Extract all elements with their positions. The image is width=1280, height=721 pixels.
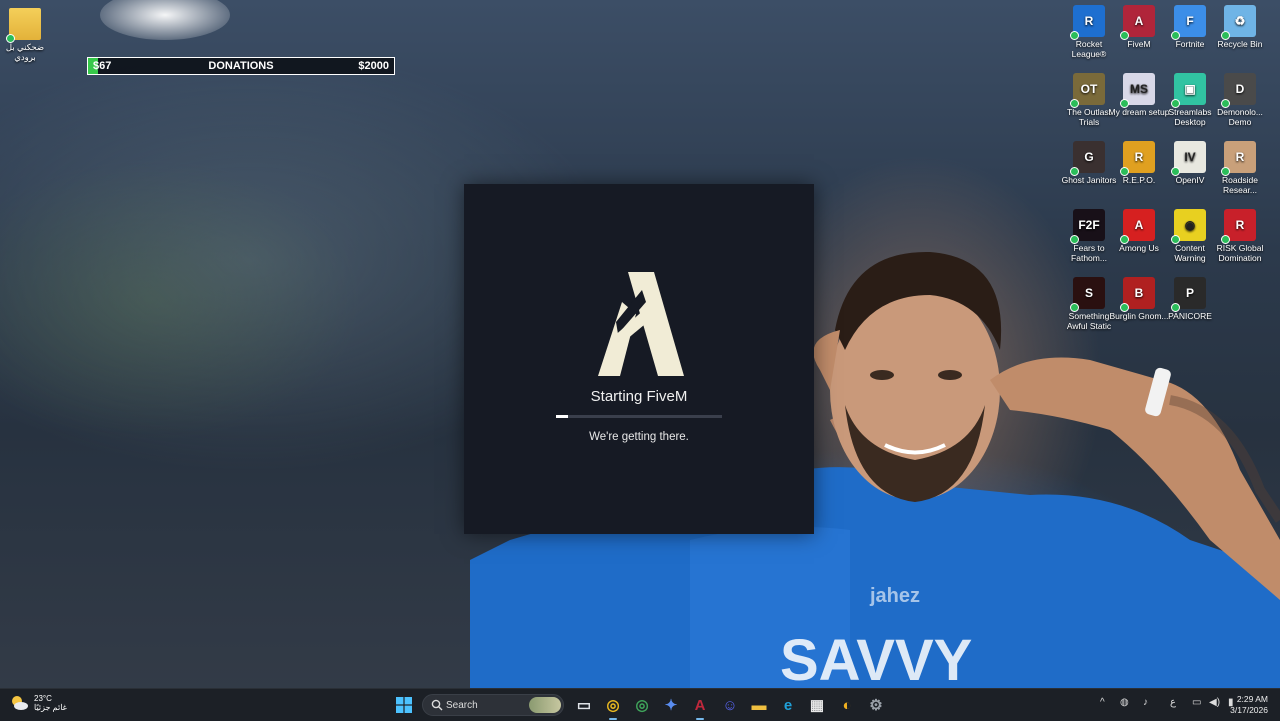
sync-check-icon [1120, 167, 1129, 176]
app-icon: ♻ [1221, 5, 1256, 40]
sync-check-icon [1171, 99, 1180, 108]
fivem-splash-window: Starting FiveM We're getting there. [464, 184, 814, 534]
clock-time: 2:29 AM [1236, 694, 1268, 704]
desktop-icon[interactable]: R RISK Global Domination [1209, 209, 1271, 263]
splash-progress-fill [556, 415, 568, 418]
app-icon: R [1120, 141, 1155, 176]
desktop-icon-label: Recycle Bin [1217, 39, 1263, 49]
search-placeholder: Search [446, 700, 478, 711]
sync-check-icon [1221, 167, 1230, 176]
copilot-taskbar-icon[interactable]: ✦ [661, 695, 681, 715]
sync-check-icon [1120, 99, 1129, 108]
taskbar-clock[interactable]: 2:29 AM 3/17/2026 [1230, 694, 1268, 716]
show-hidden-icons-chevron-icon[interactable]: ^ [1100, 697, 1105, 708]
sync-check-icon [1171, 303, 1180, 312]
svg-text:jahez: jahez [869, 585, 920, 607]
network-icon[interactable]: ◍ [1120, 697, 1129, 708]
folder-icon [6, 8, 41, 43]
sync-check-icon [1070, 31, 1079, 40]
donations-goal-bar: $67 DONATIONS $2000 [87, 57, 395, 75]
display-icon[interactable]: ▭ [1192, 697, 1201, 708]
file-explorer-taskbar-icon[interactable]: ▬ [749, 695, 769, 715]
background-light [100, 0, 230, 40]
sync-check-icon [1070, 235, 1079, 244]
weather-desc: غائم جزئيًا [34, 703, 67, 712]
app-icon: P [1171, 277, 1206, 312]
app-icon: A [1120, 5, 1155, 40]
app-icon: MS [1120, 73, 1155, 108]
sync-check-icon [1171, 235, 1180, 244]
settings-taskbar-icon[interactable]: ⚙ [866, 695, 886, 715]
chrome-taskbar-icon[interactable]: ◎ [603, 695, 623, 715]
app-icon: D [1221, 73, 1256, 108]
desktop-icon[interactable]: ♻ Recycle Bin [1209, 5, 1271, 49]
clock-date: 3/17/2026 [1230, 705, 1268, 715]
microphone-icon[interactable]: ♪ [1143, 697, 1148, 708]
splash-title: Starting FiveM [590, 388, 688, 405]
search-highlight-image [529, 697, 561, 713]
store-taskbar-icon[interactable]: ▦ [807, 695, 827, 715]
edge-taskbar-icon[interactable]: e [778, 695, 798, 715]
svg-text:SAVVY: SAVVY [780, 628, 972, 690]
language-indicator[interactable]: ع [1170, 697, 1176, 708]
donations-goal: $2000 [358, 60, 389, 72]
app-icon: G [1070, 141, 1105, 176]
desktop-icon[interactable]: P PANICORE [1159, 277, 1221, 321]
sync-check-icon [1171, 31, 1180, 40]
app-icon: F [1171, 5, 1206, 40]
splash-progress-track [556, 415, 722, 418]
sync-check-icon [1221, 31, 1230, 40]
task-view-taskbar-icon[interactable]: ▭ [574, 695, 594, 715]
desktop-icon[interactable]: D Demonolo... Demo [1209, 73, 1271, 127]
sync-check-icon [1221, 99, 1230, 108]
sync-check-icon [1070, 303, 1079, 312]
fivem-logo-icon [598, 272, 684, 376]
app-icon: IV [1171, 141, 1206, 176]
app-icon: OT [1070, 73, 1105, 108]
volume-icon[interactable]: ◀) [1209, 697, 1220, 708]
sync-check-icon [1120, 303, 1129, 312]
desktop-folder-icon[interactable]: ضحكني بل برودي [0, 8, 56, 62]
partly-cloudy-icon [12, 696, 28, 710]
sync-check-icon [1221, 235, 1230, 244]
app-icon: R [1070, 5, 1105, 40]
sync-check-icon [1120, 235, 1129, 244]
desktop-icon-label: Roadside Resear... [1222, 175, 1258, 195]
desktop-icon[interactable]: R Roadside Resear... [1209, 141, 1271, 195]
sync-check-icon [1171, 167, 1180, 176]
discord-taskbar-icon[interactable]: ☺ [720, 695, 740, 715]
app-icon: B [1120, 277, 1155, 312]
desktop-icon-label: RISK Global Domination [1216, 243, 1264, 263]
desktop-icon-label: Demonolo... Demo [1217, 107, 1263, 127]
app-icon: A [1120, 209, 1155, 244]
taskbar-search-box[interactable]: Search [422, 694, 564, 716]
sync-check-icon [1070, 167, 1079, 176]
app-icon: R [1221, 209, 1256, 244]
app-icon: S [1070, 277, 1105, 312]
weather-temp: 23°C [34, 694, 52, 703]
search-icon [431, 699, 443, 711]
app-icon: ▣ [1171, 73, 1206, 108]
app-icon: R [1221, 141, 1256, 176]
weather-widget[interactable]: 23°C غائم جزئيًا [10, 694, 67, 712]
start-button[interactable] [396, 697, 412, 713]
splash-subtitle: We're getting there. [589, 431, 689, 443]
desktop-icon-label: PANICORE [1168, 311, 1212, 321]
desktop-folder-label: ضحكني بل برودي [5, 42, 45, 62]
chrome-profile-taskbar-icon[interactable]: ◎ [632, 695, 652, 715]
donations-label: DONATIONS [208, 60, 274, 72]
fivem-taskbar-icon[interactable]: A [690, 695, 710, 715]
app-icon: ◉ [1171, 209, 1206, 244]
app-yellow-taskbar-icon[interactable]: ◐ [837, 695, 857, 715]
app-icon: F2F [1070, 209, 1105, 244]
sync-check-icon [1120, 31, 1129, 40]
sync-check-icon [6, 34, 15, 43]
taskbar: 23°C غائم جزئيًا Search ▭ ◎ ◎ ✦ A ☺ ▬ e ▦ ◐ ⚙ ^ ◍ … [0, 688, 1280, 721]
sync-check-icon [1070, 99, 1079, 108]
